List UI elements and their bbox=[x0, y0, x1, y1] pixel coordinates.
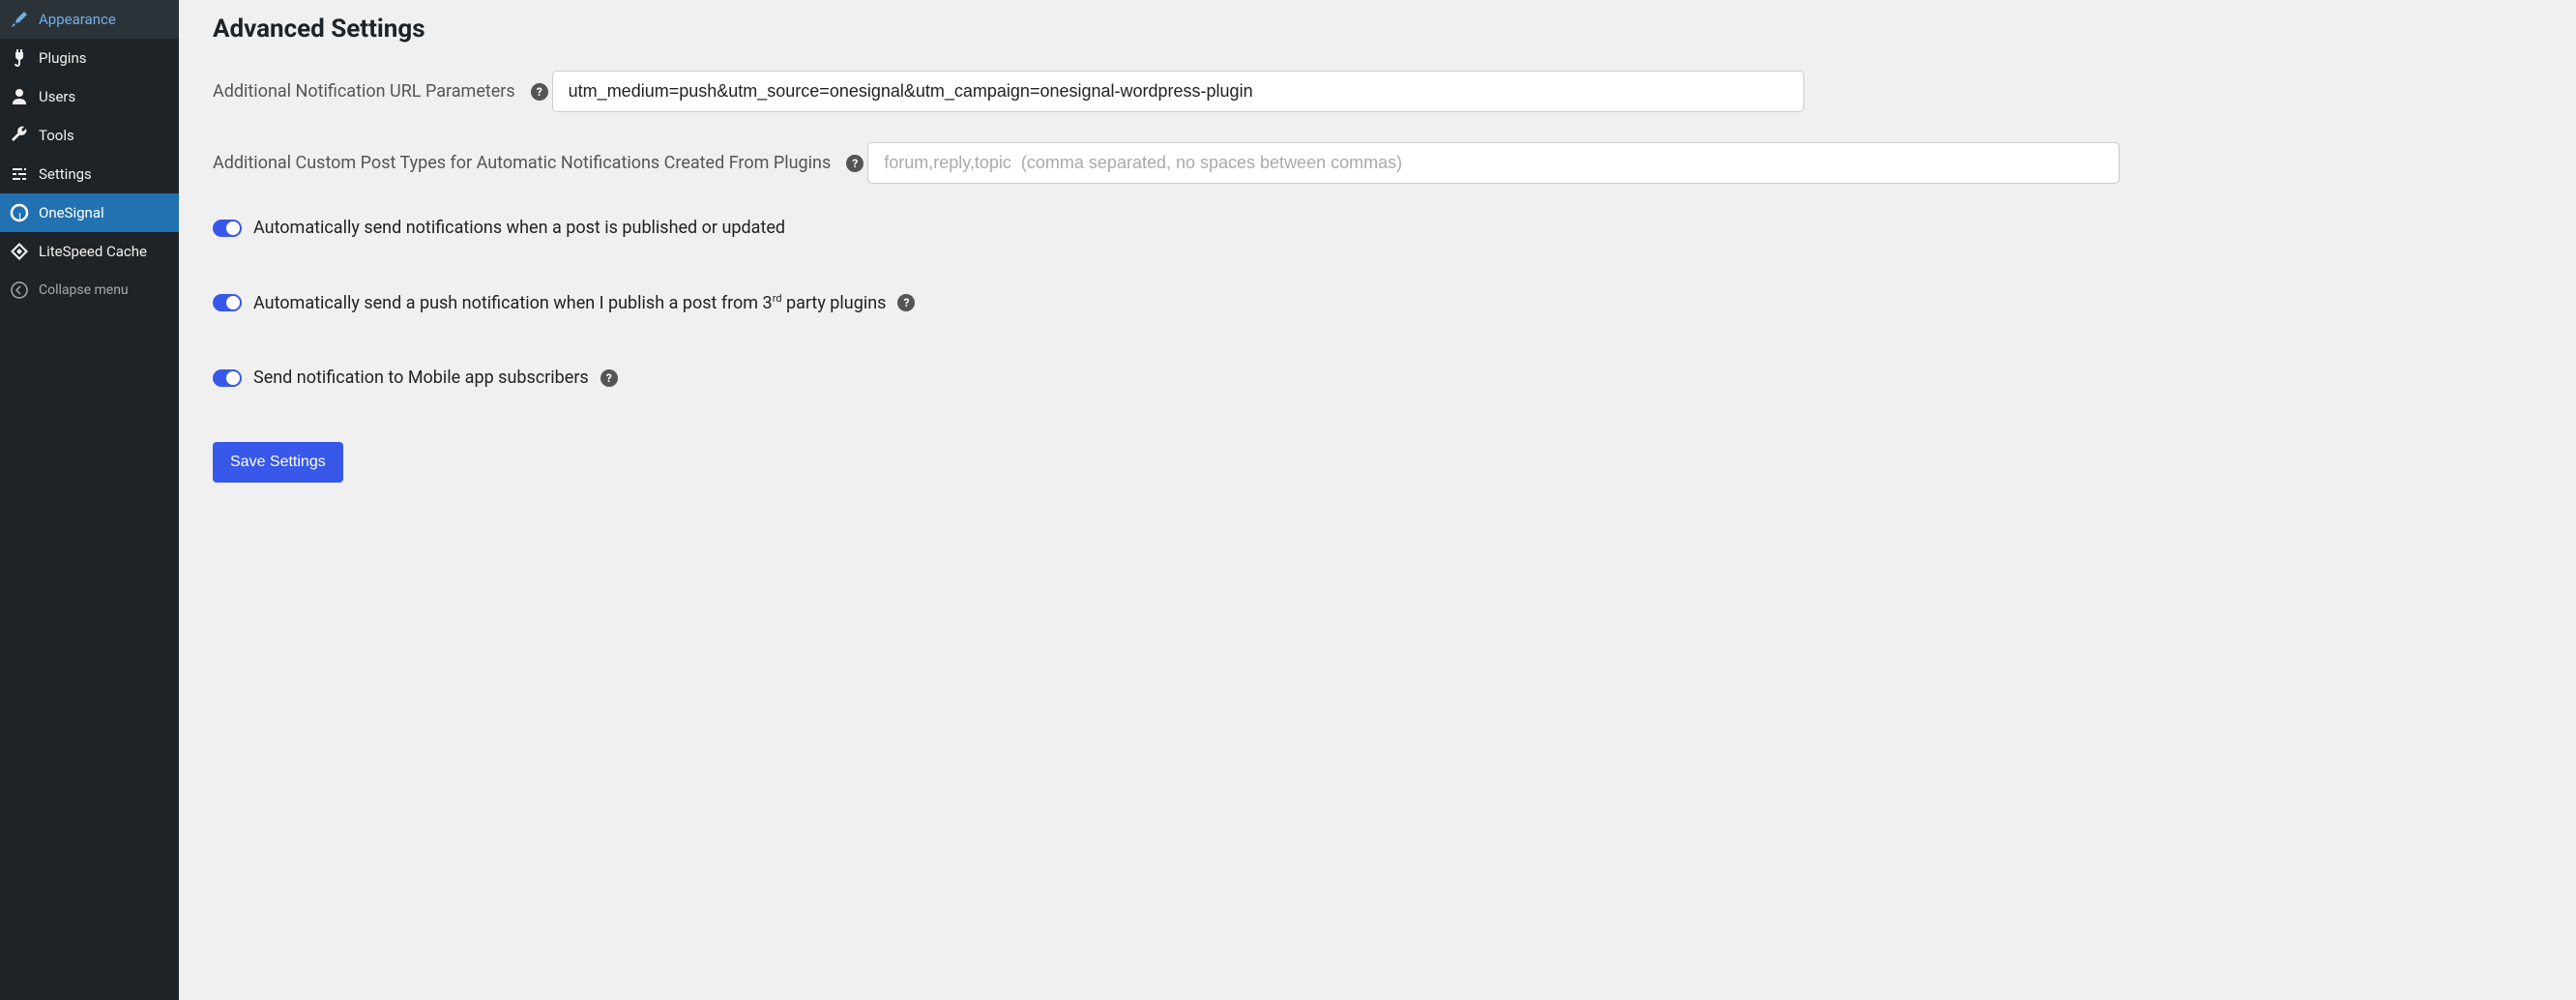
save-settings-button[interactable]: Save Settings bbox=[213, 442, 343, 483]
plug-icon bbox=[10, 48, 29, 68]
user-icon bbox=[10, 87, 29, 106]
help-icon[interactable]: ? bbox=[846, 155, 864, 172]
help-icon[interactable]: ? bbox=[897, 294, 915, 311]
toggle-third-party-row: Automatically send a push notification w… bbox=[213, 292, 2542, 313]
sidebar-item-settings[interactable]: Settings bbox=[0, 155, 179, 193]
url-params-input[interactable] bbox=[552, 71, 1804, 112]
sidebar-item-users[interactable]: Users bbox=[0, 77, 179, 116]
toggle-auto-publish[interactable] bbox=[213, 220, 242, 237]
wrench-icon bbox=[10, 126, 29, 145]
field-post-types: Additional Custom Post Types for Automat… bbox=[213, 142, 2542, 185]
field-post-types-label: Additional Custom Post Types for Automat… bbox=[213, 153, 831, 173]
field-url-params: Additional Notification URL Parameters ? bbox=[213, 71, 2542, 113]
toggle-mobile[interactable] bbox=[213, 369, 242, 387]
sliders-icon bbox=[10, 164, 29, 184]
toggle-auto-publish-row: Automatically send notifications when a … bbox=[213, 218, 2542, 238]
sidebar-item-tools[interactable]: Tools bbox=[0, 116, 179, 155]
field-url-params-label: Additional Notification URL Parameters bbox=[213, 81, 515, 102]
sidebar-item-label: OneSignal bbox=[39, 204, 104, 221]
post-types-input[interactable] bbox=[867, 142, 2120, 184]
onesignal-icon bbox=[10, 203, 29, 222]
sidebar-collapse-label: Collapse menu bbox=[39, 282, 129, 298]
main-content: Advanced Settings Additional Notificatio… bbox=[179, 0, 2576, 1000]
sidebar-collapse-menu[interactable]: Collapse menu bbox=[0, 271, 179, 309]
sidebar-item-onesignal[interactable]: OneSignal bbox=[0, 193, 179, 232]
sidebar-item-appearance[interactable]: Appearance bbox=[0, 0, 179, 39]
sidebar-item-label: LiteSpeed Cache bbox=[39, 243, 147, 260]
help-icon[interactable]: ? bbox=[600, 369, 618, 387]
sidebar-item-label: Settings bbox=[39, 165, 92, 183]
litespeed-icon bbox=[10, 242, 29, 261]
sidebar-item-litespeed[interactable]: LiteSpeed Cache bbox=[0, 232, 179, 271]
toggle-third-party[interactable] bbox=[213, 294, 242, 311]
sidebar-item-label: Tools bbox=[39, 127, 74, 144]
toggle-mobile-label: Send notification to Mobile app subscrib… bbox=[253, 368, 589, 388]
collapse-icon bbox=[10, 280, 29, 300]
toggle-mobile-row: Send notification to Mobile app subscrib… bbox=[213, 368, 2542, 388]
sidebar-item-label: Appearance bbox=[39, 11, 116, 28]
admin-sidebar: Appearance Plugins Users Tools Settings … bbox=[0, 0, 179, 1000]
page-title: Advanced Settings bbox=[213, 15, 2542, 44]
toggle-third-party-label: Automatically send a push notification w… bbox=[253, 292, 886, 313]
sidebar-item-label: Users bbox=[39, 88, 75, 105]
sidebar-item-plugins[interactable]: Plugins bbox=[0, 39, 179, 77]
help-icon[interactable]: ? bbox=[531, 83, 548, 101]
sidebar-item-label: Plugins bbox=[39, 49, 86, 67]
paintbrush-icon bbox=[10, 10, 29, 29]
toggle-auto-publish-label: Automatically send notifications when a … bbox=[253, 218, 785, 238]
